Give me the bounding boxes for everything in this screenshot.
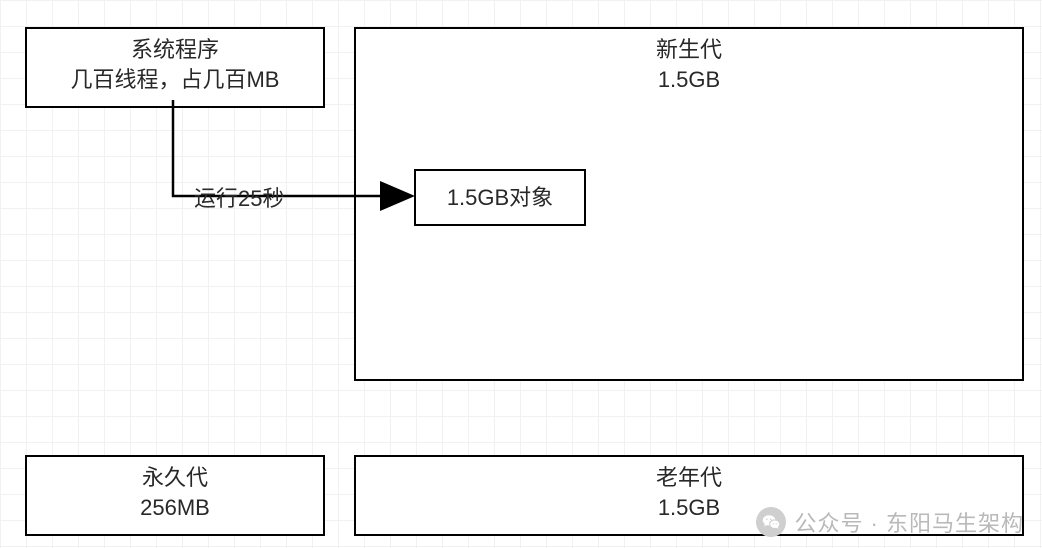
object-label: 1.5GB对象	[447, 183, 553, 213]
old-gen-title: 老年代	[656, 463, 722, 493]
system-program-title: 系统程序	[131, 35, 219, 65]
box-perm-gen: 永久代 256MB	[25, 455, 325, 536]
perm-gen-title: 永久代	[142, 463, 208, 493]
young-gen-title: 新生代	[656, 35, 722, 65]
box-object: 1.5GB对象	[414, 169, 586, 226]
box-old-gen: 老年代 1.5GB	[354, 455, 1024, 536]
box-system-program: 系统程序 几百线程，占几百MB	[25, 27, 325, 108]
old-gen-size: 1.5GB	[658, 493, 720, 523]
system-program-subtitle: 几百线程，占几百MB	[70, 65, 279, 95]
edge-label-run25s: 运行25秒	[194, 181, 284, 213]
perm-gen-size: 256MB	[140, 493, 210, 523]
young-gen-size: 1.5GB	[658, 65, 720, 95]
